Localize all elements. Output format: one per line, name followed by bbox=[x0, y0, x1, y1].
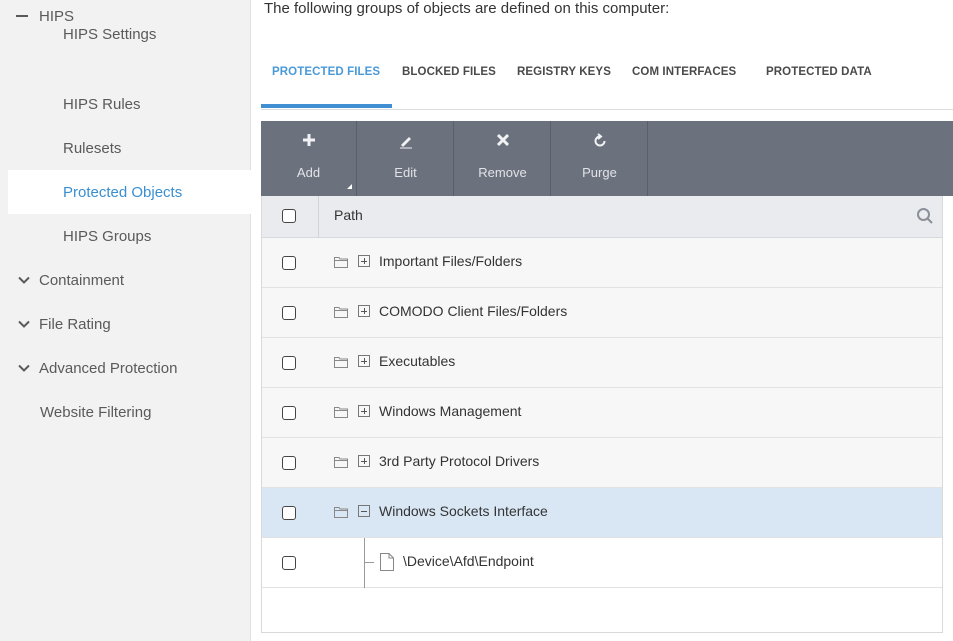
remove-button-label: Remove bbox=[478, 165, 527, 180]
row-checkbox[interactable] bbox=[282, 256, 296, 270]
tree-line bbox=[364, 562, 374, 563]
header-divider bbox=[318, 196, 319, 238]
row-label: \Device\Afd\Endpoint bbox=[403, 553, 534, 569]
row-label: COMODO Client Files/Folders bbox=[379, 303, 568, 319]
table-row[interactable]: 3rd Party Protocol Drivers bbox=[262, 438, 942, 488]
row-label: Executables bbox=[379, 353, 456, 369]
row-label: Important Files/Folders bbox=[379, 253, 523, 269]
table-row[interactable]: \Device\Afd\Endpoint bbox=[262, 538, 942, 588]
remove-button[interactable]: Remove bbox=[455, 121, 551, 196]
sidebar-item-hips-settings[interactable]: HIPS Settings bbox=[0, 12, 251, 56]
dropdown-caret-icon[interactable] bbox=[347, 184, 352, 189]
sidebar-item-containment[interactable]: Containment bbox=[0, 258, 251, 302]
sidebar-item-hips-groups[interactable]: HIPS Groups bbox=[0, 214, 251, 258]
edit-button[interactable]: Edit bbox=[358, 121, 454, 196]
refresh-icon bbox=[552, 133, 647, 153]
sidebar-item-label: Website Filtering bbox=[40, 403, 152, 421]
tab-registry-keys[interactable]: REGISTRY KEYS bbox=[517, 66, 611, 78]
row-checkbox[interactable] bbox=[282, 356, 296, 370]
select-all-checkbox[interactable] bbox=[282, 209, 296, 223]
purge-button[interactable]: Purge bbox=[552, 121, 648, 196]
sidebar-item-label: Protected Objects bbox=[63, 183, 183, 201]
x-icon bbox=[455, 133, 550, 151]
sidebar-item-file-rating[interactable]: File Rating bbox=[0, 302, 251, 346]
tab-protected-data[interactable]: PROTECTED DATA bbox=[766, 66, 872, 78]
edit-button-label: Edit bbox=[394, 165, 417, 180]
table-row[interactable]: Important Files/Folders bbox=[262, 238, 942, 288]
table-row[interactable]: COMODO Client Files/Folders bbox=[262, 288, 942, 338]
folder-icon bbox=[334, 407, 348, 418]
row-label: 3rd Party Protocol Drivers bbox=[379, 453, 540, 469]
expand-icon[interactable] bbox=[358, 305, 370, 317]
file-icon bbox=[380, 553, 394, 571]
row-checkbox[interactable] bbox=[282, 456, 296, 470]
purge-button-label: Purge bbox=[582, 165, 617, 180]
row-checkbox[interactable] bbox=[282, 506, 296, 520]
sidebar-item-advanced-protection[interactable]: Advanced Protection bbox=[0, 346, 251, 390]
chevron-down-icon bbox=[16, 317, 32, 331]
sidebar-item-label: Rulesets bbox=[63, 139, 122, 157]
row-checkbox[interactable] bbox=[282, 556, 296, 570]
tab-protected-files[interactable]: PROTECTED FILES bbox=[272, 66, 380, 78]
expand-icon[interactable] bbox=[358, 355, 370, 367]
active-tab-indicator bbox=[261, 104, 392, 108]
folder-icon bbox=[334, 257, 348, 268]
sidebar-item-label: HIPS Settings bbox=[63, 25, 157, 43]
column-header-path[interactable]: Path bbox=[334, 207, 363, 223]
row-checkbox[interactable] bbox=[282, 406, 296, 420]
expand-icon[interactable] bbox=[358, 405, 370, 417]
sidebar-item-website-filtering[interactable]: Website Filtering bbox=[0, 390, 251, 434]
chevron-down-icon bbox=[16, 273, 32, 287]
intro-text: The following groups of objects are defi… bbox=[264, 0, 670, 17]
sidebar-item-label: HIPS Groups bbox=[63, 227, 152, 245]
tab-com-interfaces[interactable]: COM INTERFACES bbox=[632, 66, 736, 78]
sidebar-item-hips-rules[interactable]: HIPS Rules bbox=[0, 82, 251, 126]
sidebar-item-rulesets[interactable]: Rulesets bbox=[0, 126, 251, 170]
expand-icon[interactable] bbox=[358, 255, 370, 267]
plus-icon bbox=[261, 133, 356, 151]
table-row[interactable]: Windows Management bbox=[262, 388, 942, 438]
protected-objects-table: Path Important Files/Folders COMODO Clie… bbox=[261, 196, 943, 633]
tab-bar: PROTECTED FILES BLOCKED FILES REGISTRY K… bbox=[261, 56, 953, 110]
sidebar-item-label: Advanced Protection bbox=[39, 359, 178, 377]
folder-icon bbox=[334, 307, 348, 318]
row-checkbox[interactable] bbox=[282, 306, 296, 320]
toolbar: Add Edit Remove Purge bbox=[261, 121, 953, 196]
table-header: Path bbox=[262, 196, 942, 238]
sidebar-item-protected-objects[interactable]: Protected Objects bbox=[8, 170, 251, 214]
chevron-down-icon bbox=[16, 361, 32, 375]
table-row[interactable]: Windows Sockets Interface bbox=[262, 488, 942, 538]
tree-line bbox=[364, 538, 365, 588]
sidebar: HIPS HIPS Settings HIPS Rules Rulesets P… bbox=[0, 0, 251, 641]
collapse-icon[interactable] bbox=[358, 505, 370, 517]
add-button[interactable]: Add bbox=[261, 121, 357, 196]
row-label: Windows Management bbox=[379, 403, 522, 419]
tab-blocked-files[interactable]: BLOCKED FILES bbox=[402, 66, 496, 78]
sidebar-item-label: File Rating bbox=[39, 315, 111, 333]
expand-icon[interactable] bbox=[358, 455, 370, 467]
pencil-icon bbox=[358, 133, 453, 153]
folder-icon bbox=[334, 357, 348, 368]
search-icon[interactable] bbox=[916, 207, 934, 225]
table-row[interactable]: Executables bbox=[262, 338, 942, 388]
sidebar-item-label: Containment bbox=[39, 271, 125, 289]
add-button-label: Add bbox=[296, 165, 321, 180]
folder-icon bbox=[334, 457, 348, 468]
folder-icon bbox=[334, 507, 348, 518]
sidebar-item-label: HIPS Rules bbox=[63, 95, 141, 113]
row-label: Windows Sockets Interface bbox=[379, 503, 548, 519]
